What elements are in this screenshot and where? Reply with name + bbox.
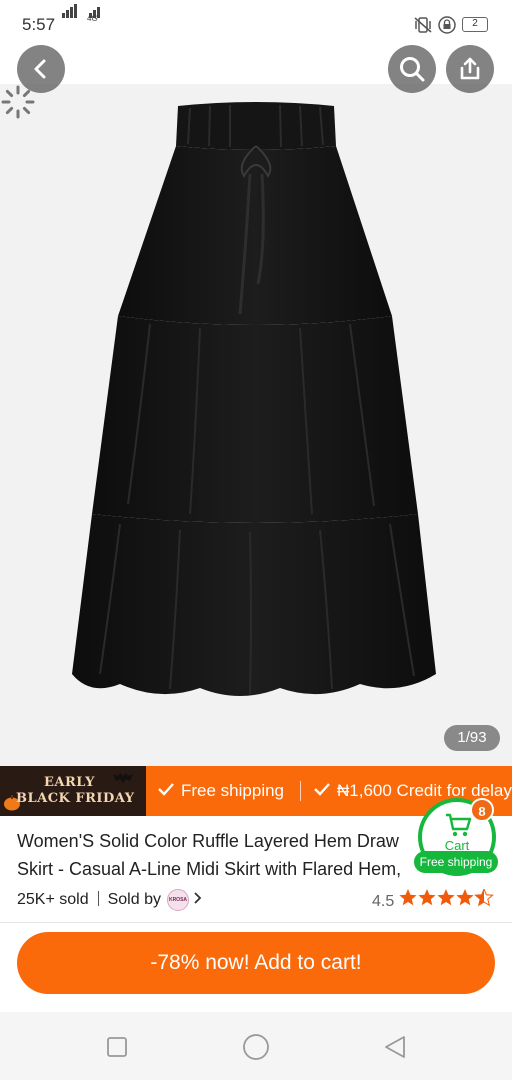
rating-star xyxy=(437,889,455,906)
product-meta: 25K+ sold Sold by KROSA xyxy=(17,889,202,911)
promo-free-shipping: Free shipping xyxy=(158,781,284,801)
promo-divider xyxy=(300,781,301,801)
product-image-skirt xyxy=(72,102,436,696)
cart-count-badge: 8 xyxy=(470,798,494,822)
product-title-line-2: Skirt - Casual A-Line Midi Skirt with Fl… xyxy=(17,859,402,879)
divider xyxy=(0,922,512,923)
product-gallery[interactable] xyxy=(0,84,512,766)
image-counter: 1/93 xyxy=(444,725,500,751)
check-icon xyxy=(158,783,174,796)
check-icon xyxy=(314,783,330,796)
bat-icon xyxy=(113,773,133,783)
chevron-right-icon xyxy=(194,892,202,904)
seller-link[interactable]: Sold by KROSA xyxy=(107,889,202,911)
sold-by-label: Sold by xyxy=(107,891,161,909)
back-button[interactable] xyxy=(17,45,65,93)
product-title-line-1: Women'S Solid Color Ruffle Layered Hem D… xyxy=(17,831,399,851)
promo-credit-label: ₦1,600 Credit for delay xyxy=(337,781,512,800)
rating-star xyxy=(456,889,474,906)
system-navigation-bar xyxy=(0,1012,512,1080)
add-to-cart-button[interactable]: -78% now! Add to cart! xyxy=(17,932,495,994)
product-rating[interactable]: 4.5 xyxy=(372,887,495,913)
star-icon xyxy=(399,887,494,907)
promo-free-shipping-label: Free shipping xyxy=(181,781,285,800)
rating-star xyxy=(399,889,417,906)
lock-icon xyxy=(438,16,456,34)
back-arrow-icon xyxy=(34,59,46,79)
rating-stars xyxy=(399,887,495,913)
search-icon xyxy=(400,57,425,82)
seller-logo[interactable]: KROSA xyxy=(166,889,189,911)
badge-line-1: EARLY xyxy=(44,775,95,790)
share-icon xyxy=(460,57,480,80)
black-friday-badge: EARLY BLACK FRIDAY xyxy=(0,766,146,816)
search-button[interactable] xyxy=(388,45,436,93)
recents-icon[interactable] xyxy=(106,1036,128,1058)
badge-line-2: BLACK FRIDAY xyxy=(16,791,135,806)
cart-free-shipping: Free shipping xyxy=(414,851,498,873)
seller-logo-text: KROSA xyxy=(168,897,188,903)
vibrate-icon xyxy=(414,17,432,33)
rating-star xyxy=(418,889,436,906)
battery-icon: 2 xyxy=(462,17,488,32)
rating-value: 4.5 xyxy=(372,893,395,910)
home-icon[interactable] xyxy=(242,1033,270,1061)
meta-divider xyxy=(97,891,99,907)
share-button[interactable] xyxy=(446,45,494,93)
sold-count: 25K+ sold xyxy=(17,891,89,909)
back-icon[interactable] xyxy=(382,1034,408,1060)
cart-icon xyxy=(446,813,472,837)
product-title[interactable]: Women'S Solid Color Ruffle Layered Hem D… xyxy=(17,827,437,883)
rating-star xyxy=(473,887,494,907)
status-bar: 5:57 4G 2 xyxy=(0,0,512,50)
status-time: 5:57 xyxy=(22,15,56,34)
